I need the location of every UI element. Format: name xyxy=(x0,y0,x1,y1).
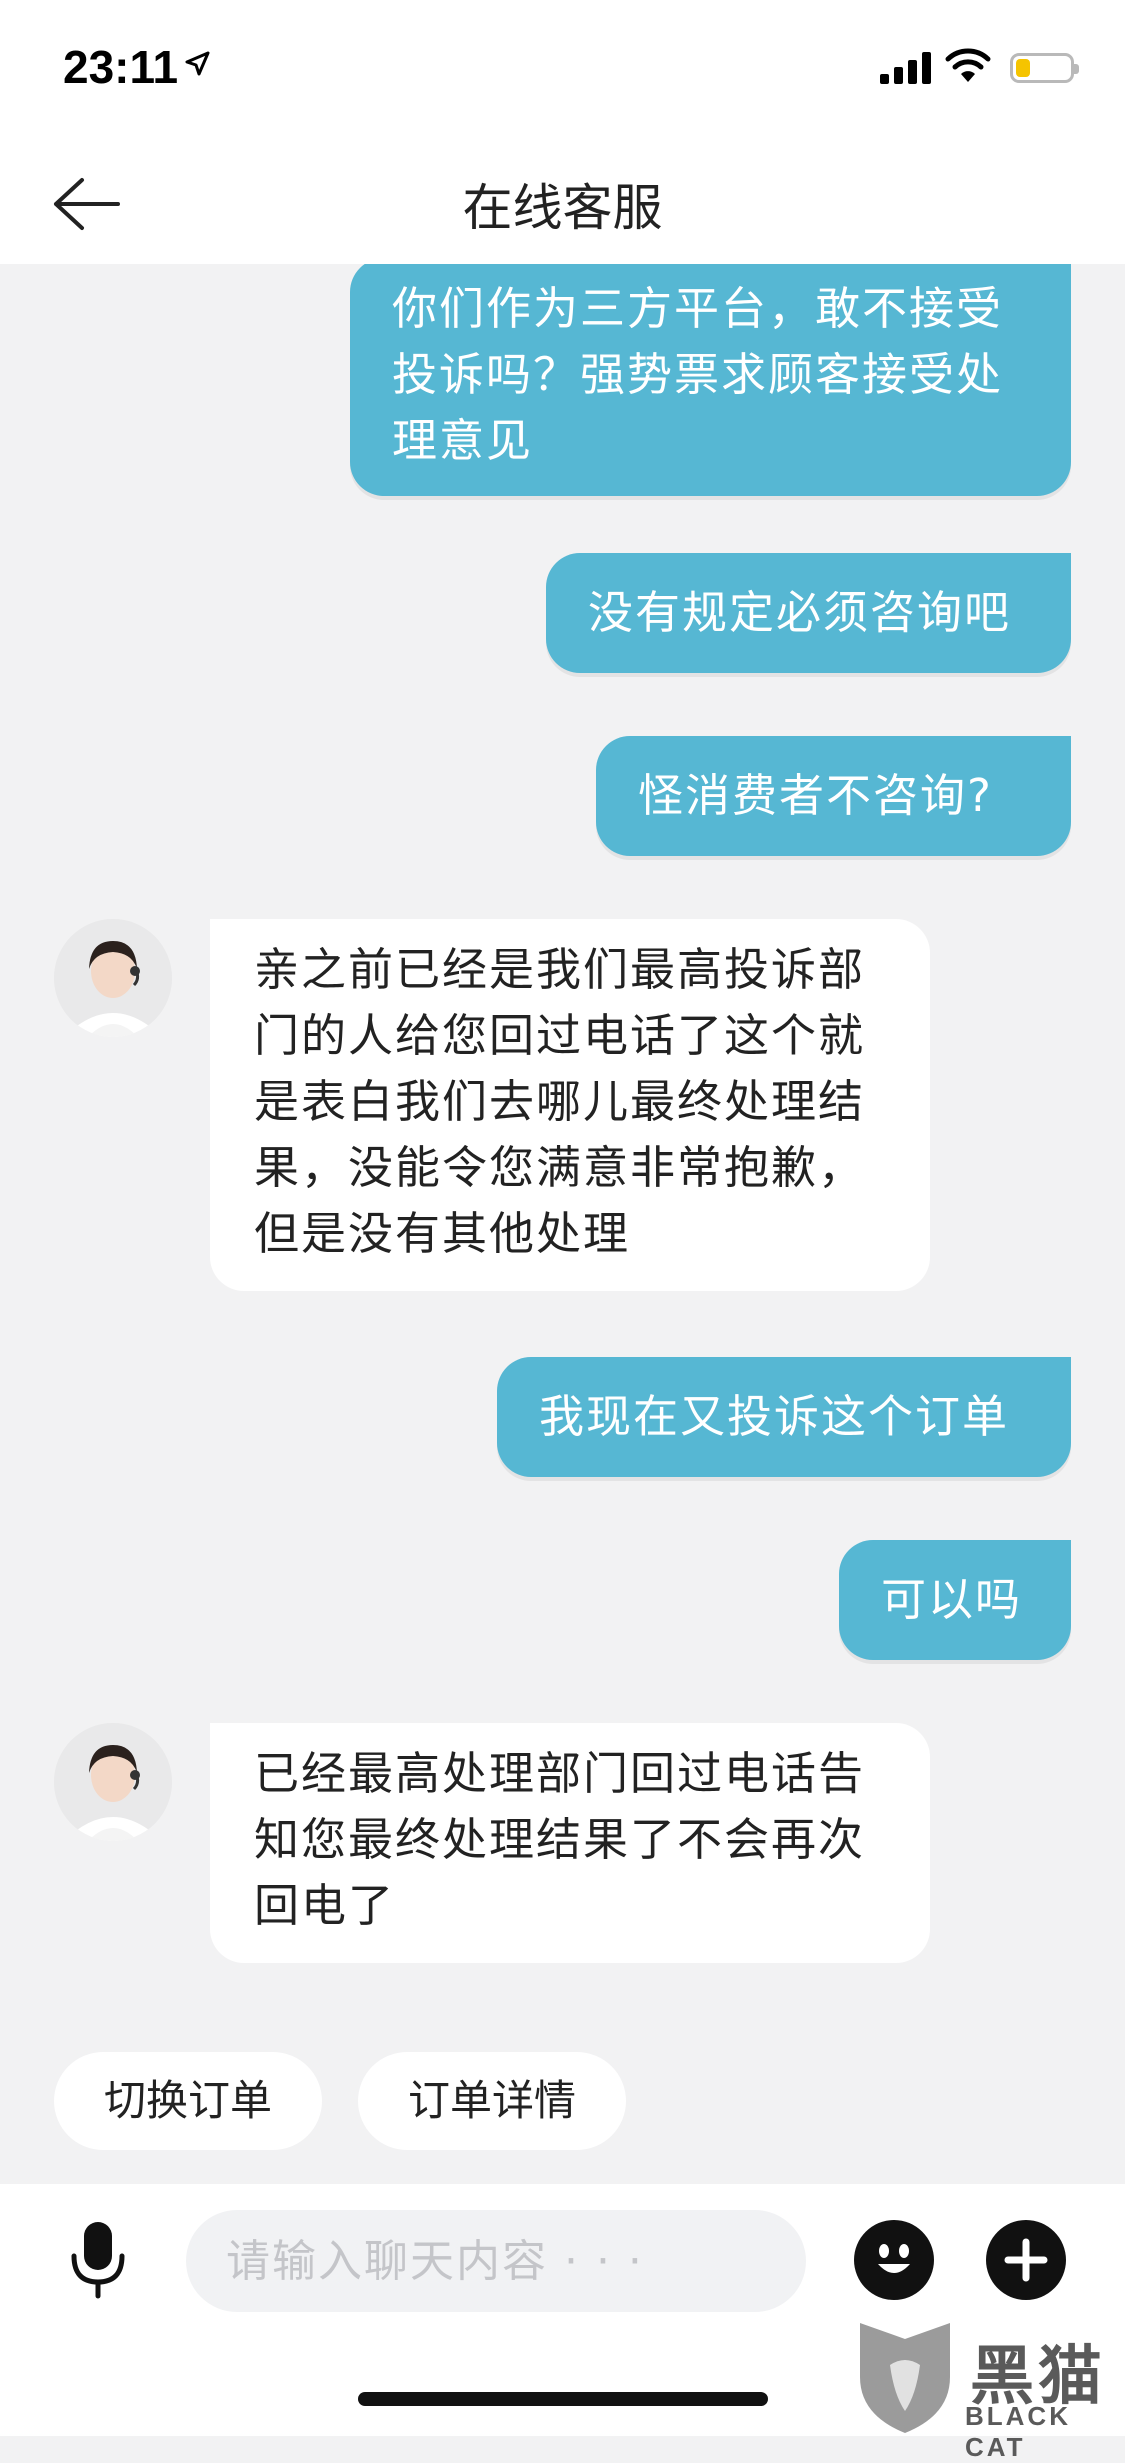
message-incoming: 已经最高处理部门回过电话告知您最终处理结果了不会再次回电了 xyxy=(210,1723,930,1963)
message-outgoing: 可以吗 xyxy=(839,1540,1071,1660)
more-button[interactable] xyxy=(986,2220,1066,2300)
smiley-icon xyxy=(878,2244,910,2273)
agent-portrait-icon xyxy=(54,919,172,1037)
agent-avatar[interactable] xyxy=(54,919,172,1037)
status-bar: 23:11 xyxy=(0,0,1125,140)
status-time: 23:11 xyxy=(63,41,179,93)
agent-avatar[interactable] xyxy=(54,1723,172,1841)
microphone-icon[interactable] xyxy=(68,2220,128,2300)
chat-input[interactable] xyxy=(186,2210,806,2312)
message-outgoing: 没有规定必须咨询吧 xyxy=(546,553,1071,673)
page-title: 在线客服 xyxy=(462,179,663,237)
plus-icon xyxy=(1004,2238,1048,2282)
location-arrow-icon xyxy=(185,51,210,76)
switch-order-button[interactable]: 切换订单 xyxy=(54,2052,322,2150)
black-cat-watermark: 黑猫 BLACK CAT xyxy=(850,2315,1125,2462)
chat-messages[interactable]: 你们作为三方平台，敢不接受投诉吗？强势票求顾客接受处理意见 没有规定必须咨询吧 … xyxy=(0,264,1125,2184)
cellular-signal-icon xyxy=(880,52,931,84)
home-indicator xyxy=(358,2392,768,2406)
message-outgoing: 你们作为三方平台，敢不接受投诉吗？强势票求顾客接受处理意见 xyxy=(350,264,1071,496)
nav-bar: 在线客服 xyxy=(0,140,1125,264)
agent-portrait-icon xyxy=(54,1723,172,1841)
message-outgoing: 怪消费者不咨询? xyxy=(596,736,1071,856)
cat-shield-logo-icon xyxy=(860,2323,950,2433)
wifi-icon xyxy=(945,48,991,82)
message-incoming: 亲之前已经是我们最高投诉部门的人给您回过电话了这个就是表白我们去哪儿最终处理结果… xyxy=(210,919,930,1291)
emoji-button[interactable] xyxy=(854,2220,934,2300)
order-details-button[interactable]: 订单详情 xyxy=(358,2052,626,2150)
battery-icon xyxy=(1010,53,1079,83)
message-outgoing: 我现在又投诉这个订单 xyxy=(497,1357,1071,1477)
